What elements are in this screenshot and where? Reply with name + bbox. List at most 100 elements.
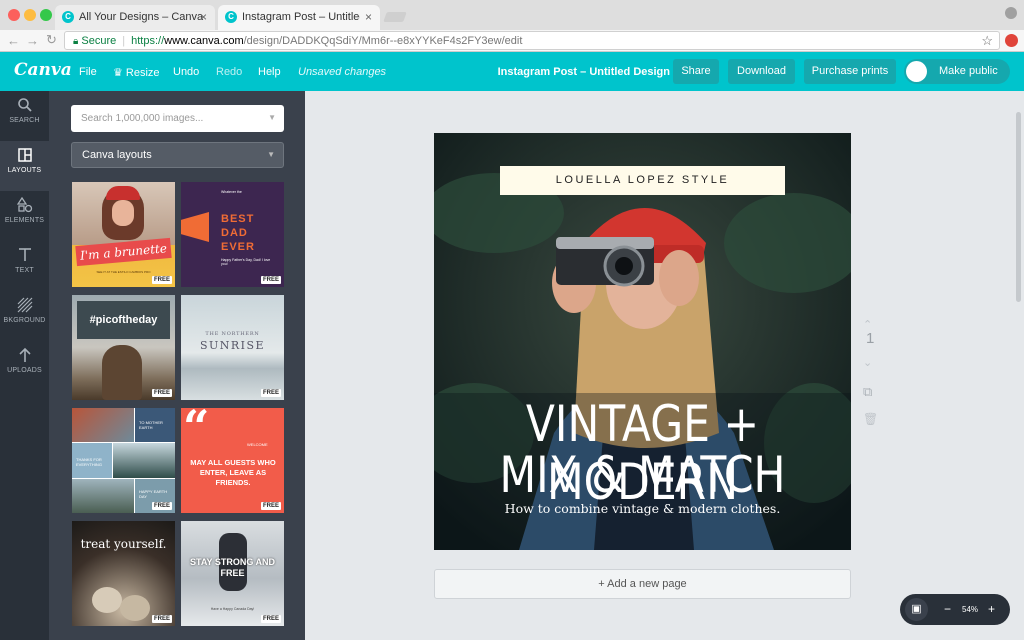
template-subtitle: Happy Father's Day, Dad! I love you! bbox=[221, 258, 271, 266]
upload-icon bbox=[18, 347, 31, 362]
template-thumbnail[interactable]: TO MOTHER EARTH THANKS FOR EVERYTHING HA… bbox=[72, 408, 175, 513]
headline-line-2[interactable]: MIX & MATCH bbox=[465, 446, 819, 504]
close-window-button[interactable] bbox=[8, 9, 20, 21]
extension-icon[interactable] bbox=[1005, 34, 1018, 47]
image-search-input[interactable]: Search 1,000,000 images... ▼ bbox=[71, 105, 284, 132]
template-thumbnail[interactable]: THE NORTHERN SUNRISE FREE bbox=[181, 295, 284, 400]
free-badge: FREE bbox=[260, 615, 281, 623]
undo-button[interactable]: Undo bbox=[173, 66, 199, 78]
search-icon bbox=[17, 98, 32, 112]
template-thumbnail[interactable]: treat yourself. FREE bbox=[72, 521, 175, 626]
photo-tile bbox=[72, 408, 134, 442]
text-icon bbox=[18, 248, 31, 261]
sidebar-item-text[interactable]: TEXT bbox=[0, 241, 49, 291]
template-kicker: Whatever the bbox=[221, 190, 242, 194]
browser-tab-bar: C All Your Designs – Canva × C Instagram… bbox=[0, 0, 1024, 30]
subheadline[interactable]: How to combine vintage & modern clothes. bbox=[434, 501, 851, 516]
new-tab-button[interactable] bbox=[383, 12, 407, 22]
canva-logo[interactable]: Canva bbox=[14, 60, 72, 80]
browser-tab-label: All Your Designs – Canva bbox=[79, 11, 204, 23]
presentation-icon[interactable]: ▣ bbox=[905, 598, 928, 621]
person-silhouette bbox=[102, 345, 142, 400]
page-number: 1 bbox=[866, 330, 875, 347]
template-thumbnail[interactable]: I'm a brunette SEE IT AT THE ESTILO CAMB… bbox=[72, 182, 175, 287]
url-path: /design/DADDKQqSdiY/Mm6r--e8xYYKeF4s2FY3… bbox=[243, 35, 523, 47]
copy-page-icon[interactable]: ⧉ bbox=[863, 384, 872, 400]
template-title: SUNRISE bbox=[199, 339, 266, 352]
red-beanie bbox=[106, 186, 140, 200]
resize-label: Resize bbox=[125, 67, 160, 79]
sidebar-label: TEXT bbox=[15, 267, 34, 274]
sidebar-label: LAYOUTS bbox=[7, 167, 42, 174]
resize-menu[interactable]: ♛ Resize bbox=[113, 66, 160, 79]
name-tag-text[interactable]: LOUELLA LOPEZ STYLE bbox=[500, 166, 785, 195]
chevron-down-icon[interactable]: ▼ bbox=[268, 113, 276, 122]
minimize-window-button[interactable] bbox=[24, 9, 36, 21]
lock-icon: 🔒︎ bbox=[73, 36, 79, 47]
sidebar-item-uploads[interactable]: UPLOADS bbox=[0, 341, 49, 391]
face bbox=[112, 200, 134, 226]
purchase-prints-button[interactable]: Purchase prints bbox=[804, 59, 896, 84]
background-icon bbox=[17, 297, 32, 313]
design-canvas[interactable]: LOUELLA LOPEZ STYLE VINTAGE + MODERN MIX… bbox=[434, 133, 851, 550]
elements-icon bbox=[16, 197, 32, 213]
sidebar-item-background[interactable]: BKGROUND bbox=[0, 291, 49, 341]
template-thumbnail[interactable]: #picoftheday FREE bbox=[72, 295, 175, 400]
sidebar-item-layouts[interactable]: LAYOUTS bbox=[0, 141, 49, 191]
add-page-button[interactable]: + Add a new page bbox=[434, 569, 851, 599]
ice-cream-scoop bbox=[92, 587, 122, 613]
file-menu[interactable]: File bbox=[79, 66, 97, 78]
make-public-toggle[interactable]: Make public bbox=[904, 59, 1010, 84]
delete-page-icon[interactable]: 🗑︎ bbox=[863, 412, 878, 426]
template-title: BEST DAD EVER bbox=[221, 213, 255, 253]
canva-favicon-icon: C bbox=[62, 11, 74, 23]
move-page-up-icon[interactable]: ⌃ bbox=[863, 318, 872, 331]
category-select[interactable]: Canva layouts ▼ bbox=[71, 142, 284, 168]
layouts-icon bbox=[17, 148, 32, 162]
template-thumbnail[interactable]: “ WELCOME MAY ALL GUESTS WHO ENTER, LEAV… bbox=[181, 408, 284, 513]
free-badge: FREE bbox=[151, 389, 172, 397]
move-page-down-icon[interactable]: ⌄ bbox=[863, 356, 872, 369]
zoom-level: 54% bbox=[962, 605, 979, 614]
back-arrow-icon[interactable]: ← bbox=[7, 33, 20, 48]
help-menu[interactable]: Help bbox=[258, 66, 281, 78]
reload-icon[interactable]: ↻ bbox=[46, 32, 57, 48]
url-scheme: https:// bbox=[131, 35, 165, 47]
category-select-value: Canva layouts bbox=[82, 149, 152, 161]
url-field[interactable]: 🔒︎ Secure | https://www.canva.com/design/D… bbox=[64, 31, 1000, 50]
template-kicker: THE NORTHERN bbox=[205, 331, 260, 337]
template-thumbnail[interactable]: Whatever the BEST DAD EVER Happy Father'… bbox=[181, 182, 284, 287]
template-text: TO MOTHER EARTH bbox=[135, 408, 175, 442]
free-badge: FREE bbox=[151, 502, 172, 510]
zoom-in-button[interactable]: + bbox=[988, 602, 995, 616]
browser-tab-active[interactable]: C Instagram Post – Untitled Design × bbox=[218, 5, 380, 30]
make-public-label: Make public bbox=[939, 65, 998, 77]
template-title: I'm a brunette bbox=[75, 237, 172, 267]
zoom-out-button[interactable]: − bbox=[944, 602, 951, 616]
forward-arrow-icon[interactable]: → bbox=[26, 33, 39, 48]
download-button[interactable]: Download bbox=[728, 59, 795, 84]
photo-tile bbox=[72, 479, 134, 513]
profile-icon[interactable] bbox=[1005, 7, 1017, 19]
sidebar-label: BKGROUND bbox=[3, 317, 46, 324]
bookmark-star-icon[interactable]: ☆ bbox=[981, 33, 993, 49]
share-button[interactable]: Share bbox=[673, 59, 719, 84]
editor-header: Canva File ♛ Resize Undo Redo Help Unsav… bbox=[0, 52, 1024, 91]
megaphone-icon bbox=[181, 212, 209, 242]
maximize-window-button[interactable] bbox=[40, 9, 52, 21]
free-badge: FREE bbox=[260, 389, 281, 397]
scrollbar[interactable] bbox=[1016, 112, 1021, 302]
free-badge: FREE bbox=[151, 276, 172, 284]
search-placeholder: Search 1,000,000 images... bbox=[81, 113, 204, 124]
template-subtitle: SEE IT AT THE ESTILO CAMBIOS PRO bbox=[96, 270, 151, 274]
browser-tab[interactable]: C All Your Designs – Canva × bbox=[55, 5, 215, 30]
close-tab-icon[interactable]: × bbox=[200, 10, 207, 24]
sidebar-item-search[interactable]: SEARCH bbox=[0, 91, 49, 141]
ice-cream-scoop bbox=[120, 595, 150, 621]
close-tab-icon[interactable]: × bbox=[365, 10, 372, 24]
redo-button[interactable]: Redo bbox=[216, 66, 242, 78]
template-text: THANKS FOR EVERYTHING bbox=[72, 443, 112, 478]
template-thumbnail[interactable]: STAY STRONG AND FREE Have a Happy Canada… bbox=[181, 521, 284, 626]
design-title[interactable]: Instagram Post – Untitled Design bbox=[480, 66, 670, 78]
sidebar-item-elements[interactable]: ELEMENTS bbox=[0, 191, 49, 241]
